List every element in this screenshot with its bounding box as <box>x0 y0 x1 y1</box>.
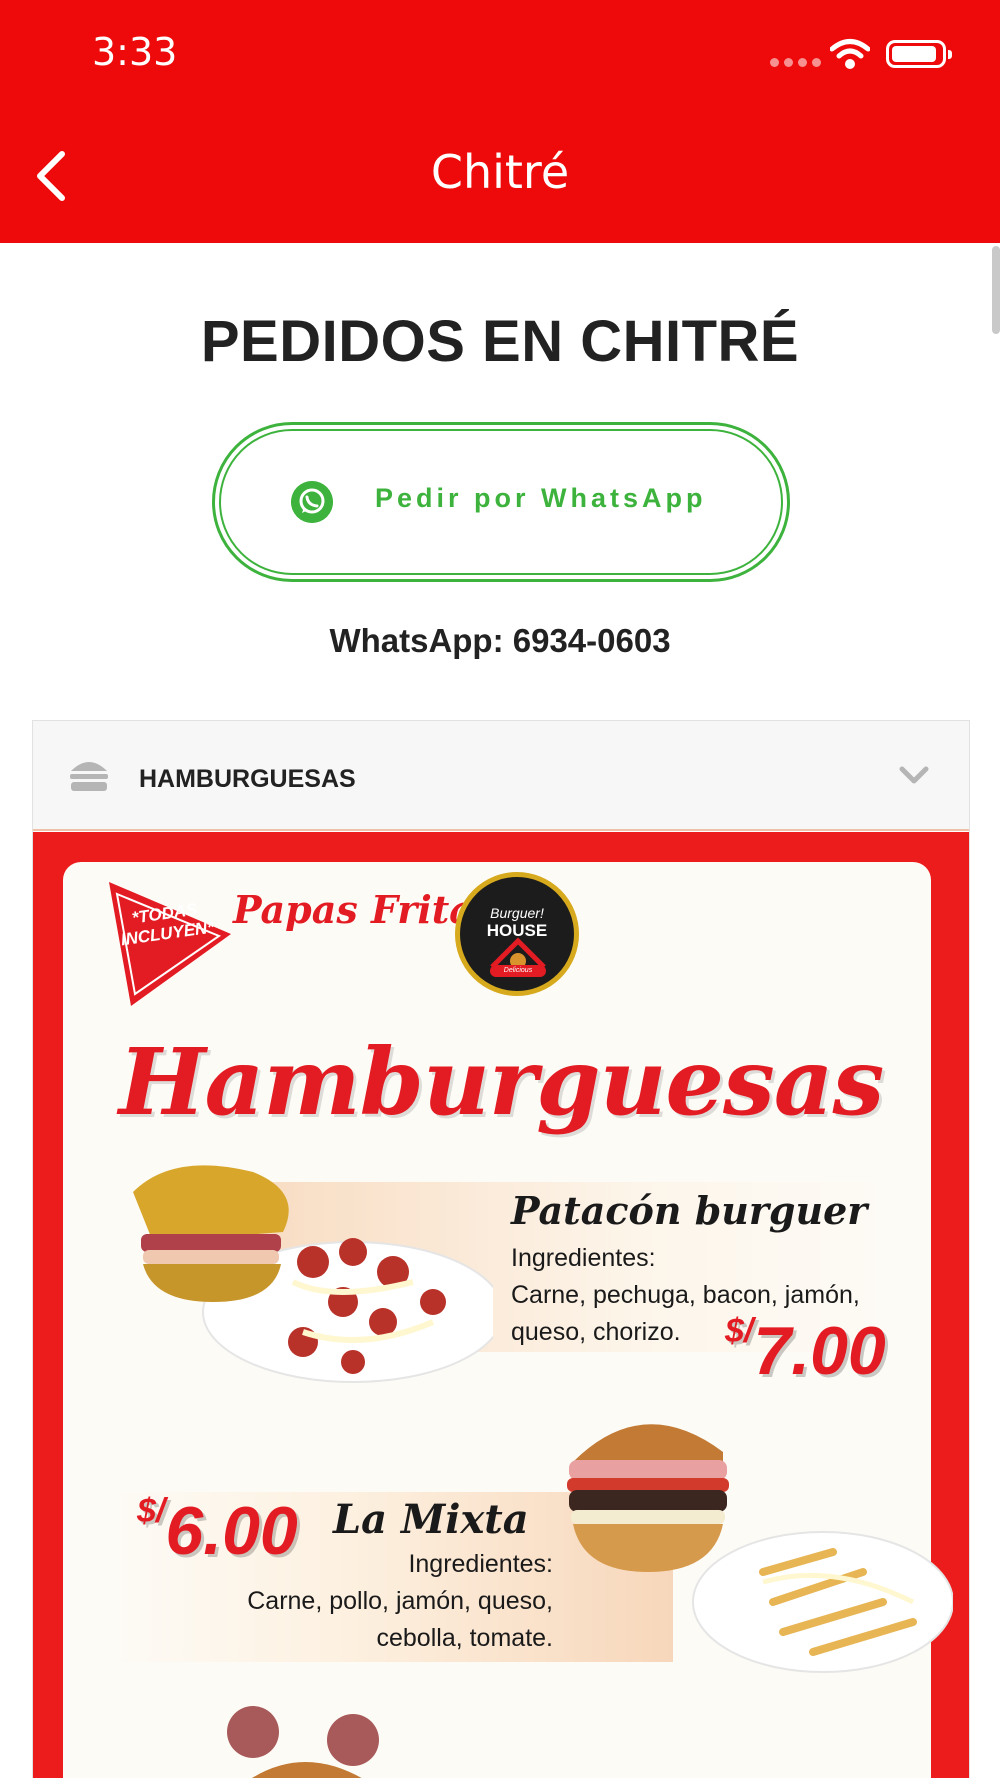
whatsapp-icon <box>291 481 333 523</box>
whatsapp-button-label: Pedir por WhatsApp <box>375 483 707 513</box>
page-title: PEDIDOS EN CHITRÉ <box>200 309 800 374</box>
ingredients-line: Carne, pollo, jamón, queso, <box>247 1587 553 1615</box>
la-mixta-image <box>567 1424 953 1673</box>
accordion-header[interactable]: HAMBURGUESAS <box>33 721 969 831</box>
chevron-down-icon[interactable] <box>899 765 929 785</box>
battery-icon <box>886 40 952 68</box>
menu-heading: Hamburguesas <box>118 1028 885 1136</box>
nav-title: Chitré <box>430 145 570 199</box>
hamburger-icon <box>70 762 108 791</box>
app-header: 3:33 Chitré <box>0 0 1000 243</box>
whatsapp-order-button[interactable]: Pedir por WhatsApp <box>212 422 790 582</box>
logo-bottom-text: Delicious <box>490 965 546 977</box>
hamburguesas-accordion: HAMBURGUESAS *TODAS INCLUYEN* Papas Frit… <box>32 720 970 1778</box>
patacon-burger-image <box>133 1165 493 1383</box>
status-time: 3:33 <box>92 30 178 74</box>
item-name: Patacón burguer <box>511 1188 868 1233</box>
whatsapp-number: WhatsApp: 6934-0603 <box>329 622 671 659</box>
currency-symbol: $/ <box>725 1312 754 1350</box>
cellular-signal-icon <box>770 58 821 67</box>
ingredients-line: cebolla, tomate. <box>376 1624 554 1652</box>
logo-top-text: Burguer! <box>490 905 544 921</box>
next-burger-image <box>227 1706 379 1778</box>
accordion-label: HAMBURGUESAS <box>139 765 356 793</box>
burguer-house-logo: Burguer! HOUSE Delicious <box>455 872 579 996</box>
item-name: La Mixta <box>333 1496 529 1543</box>
menu-image: *TODAS INCLUYEN* Papas Fritas Burguer! H… <box>33 832 969 1778</box>
ingredients-label: Ingredientes: <box>408 1550 553 1578</box>
ingredients-line: Carne, pechuga, bacon, jamón, <box>511 1281 860 1309</box>
price-value: 7.00 <box>753 1313 886 1389</box>
wifi-icon <box>830 39 870 69</box>
currency-symbol: $/ <box>137 1492 166 1530</box>
item-ingredients: Ingredientes: Carne, pollo, jamón, queso… <box>153 1546 553 1657</box>
item-price: $/7.00 <box>725 1312 886 1390</box>
ingredients-label: Ingredientes: <box>511 1244 656 1272</box>
